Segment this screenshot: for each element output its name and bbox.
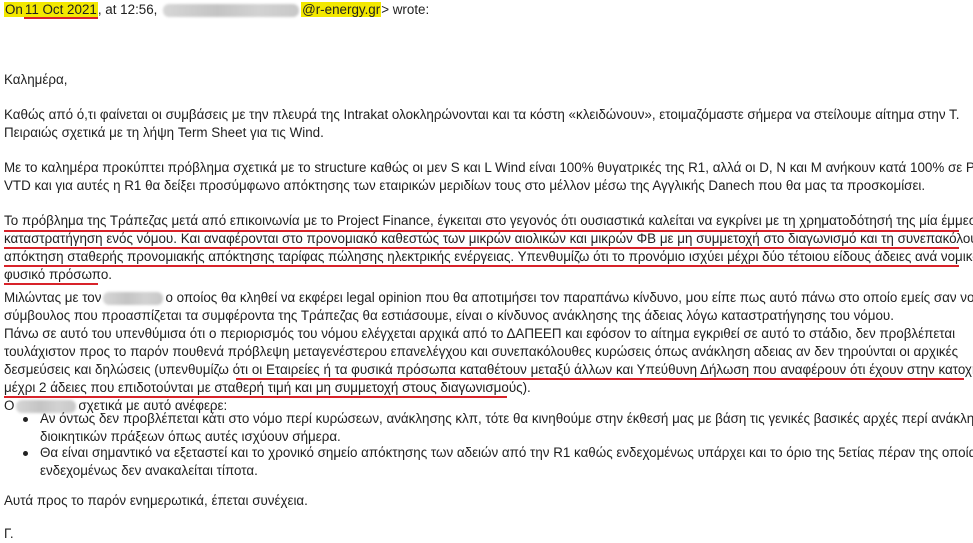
para4-line6: μέχρι 2 άδειες που επιδοτούνται με σταθε… — [4, 380, 531, 395]
greeting: Καλημέρα, — [4, 72, 68, 87]
closing: Αυτά προς το παρόν ενημερωτικά, έπεται σ… — [4, 493, 308, 508]
signature: Γ. — [4, 526, 14, 541]
bullet-icon — [23, 451, 28, 456]
para4-line1: Μιλώντας με τον ο οποίος θα κληθεί να εκφ… — [4, 289, 973, 307]
para4-line3: Πάνω σε αυτό του υπενθύμισα ότι ο περιορ… — [4, 326, 956, 341]
header-on: On — [4, 2, 24, 17]
para3-line3: απόκτηση σταθερής προνομιακής απόκτησης … — [4, 249, 973, 264]
red-underline — [4, 230, 959, 232]
red-underline — [4, 265, 959, 267]
red-underline — [4, 283, 98, 285]
para1-line2: Πειραιώς σχετικά με τη λήψη Term Sheet γ… — [4, 125, 324, 140]
red-underline — [236, 378, 964, 380]
email-reply-header: On 11 Oct 2021, at 12:56, @r-energy.gr> w… — [4, 1, 429, 19]
para4-line1-start: Μιλώντας με τον — [4, 290, 102, 305]
para2-line1: Με το καλημέρα προκύπτει πρόβλημα σχετικ… — [4, 160, 973, 175]
header-time: , at 12:56, — [97, 2, 162, 17]
para3-line2: καταστρατήγηση ενός νόμου. Και αναφέροντ… — [4, 231, 973, 246]
para2-line2: VTD και για αυτές η R1 θα δείξει προσύμφ… — [4, 178, 926, 193]
header-wrote: > wrote: — [381, 2, 430, 17]
para1-line1: Καθώς από ό,τι φαίνεται οι συμβάσεις με … — [4, 107, 960, 122]
para4-line4: τουλάχιστον προς το παρόν πουθενά πρόβλε… — [4, 344, 959, 359]
bullet2-line1: Θα είναι σημαντικό να εξεταστεί και το χ… — [40, 445, 973, 460]
bullet-icon — [23, 417, 28, 422]
para3-line4: φυσικό πρόσωπο. — [4, 267, 112, 282]
bullet1-line1: Αν όντως δεν προβλέπεται κάτι στο νόμο π… — [40, 411, 973, 426]
para4-line2: σύμβουλος που προασπίζεται τα συμφέροντα… — [4, 308, 894, 323]
bullet2-line2: ενδεχομένως δεν ανακαλείται τίποτα. — [40, 463, 258, 478]
email-body: On 11 Oct 2021, at 12:56, @r-energy.gr> w… — [0, 0, 973, 543]
para3-line1: Το πρόβλημα της Τράπεζας μετά από επικοι… — [4, 213, 973, 228]
red-underline — [4, 247, 959, 249]
redacted-sender-name — [163, 3, 300, 17]
para4-line1-rest: ο οποίος θα κληθεί να εκφέρει legal opin… — [165, 290, 973, 305]
header-date: 11 Oct 2021 — [23, 2, 98, 19]
para4-line7-start: Ο — [4, 398, 15, 413]
para4-line5: δεσμεύσεις και δηλώσεις (υπενθυμίζω ότι … — [4, 362, 973, 377]
redacted-name — [103, 291, 164, 305]
header-email-domain: @r-energy.gr — [301, 2, 382, 17]
